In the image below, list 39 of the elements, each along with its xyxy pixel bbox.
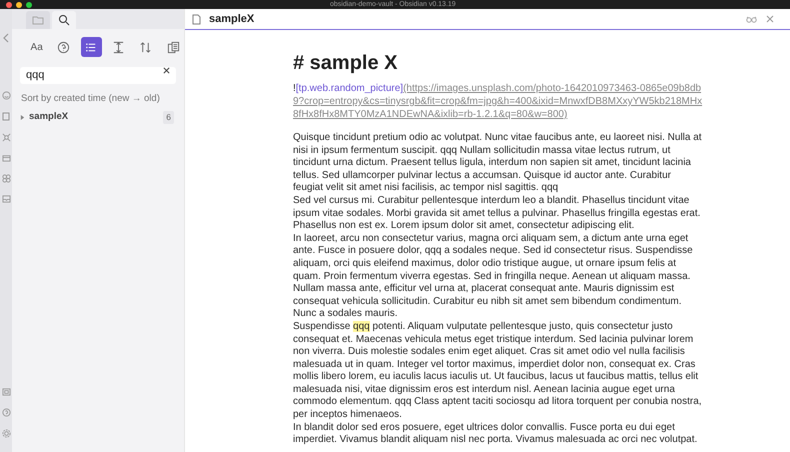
folder-icon [32,14,44,26]
result-count: 6 [163,110,174,124]
help-icon [57,40,70,54]
chevron-left-icon[interactable] [2,33,10,43]
help-icon[interactable] [2,408,10,417]
sort-label: Sort by created time (new → old) [21,92,161,106]
file-icon [192,14,201,24]
toolbar-button[interactable] [80,37,102,57]
glasses-icon[interactable] [746,16,757,22]
image-link[interactable]: ![tp.web.random_picture](https://images.unsplash.com/photo-1642010973463-0865e09b8db9?crop=entropy&cs=tinysrgb&fit=crop&fm=jpg&h=400&ixid=MnwxfDB8MXxyYW5kb218MHx8fHx8fHx8MTY0MzA1NDEwNA&ixlib=rb-1.2.1&q=80&w=800) [293,82,703,121]
toolbar-button[interactable]: Aa [26,37,48,57]
list-icon [84,40,98,54]
sidebar-tab[interactable] [52,11,76,29]
inbox-icon[interactable] [2,195,10,203]
heading: # sample X [293,51,399,76]
paragraph: In blandit dolor sed eros posuere, eget ultrices dolor convallis. Fusce porta eu dui eget imperdiet. Vivamus blandit aliquam nisl nec porta. Vivamus malesuada ac orci nec volutpat. [293,422,698,447]
paragraph: Sed vel cursus mi. Curabitur pellentesque interdum leo a blandit. Phasellus tincidunt vitae ipsum vitae sodales. Morbi gravida sit amet tellus a pulvinar. Phasellus fringilla egestas erat. Phasellus non est ex. Lorem ipsum dolor sit amet, consectetur adipiscing elit. [293,194,702,233]
paragraph: Suspendisse qqq potenti. Aliquam vulputate pellentesque justo, quis consectetur justo consequat et. Maecenas vehicula metus eget tristique interdum. Sed lacinia pulvinar lorem non viverra. Duis molestie sodales enim eget aliquet. Cras sit amet odio vel nulla facilisis malesuada ut in quam. Integer vel tortor maximus, imperdiet dolor non, consequat ex. Cras mollis libero lorem, eu iaculis lacus iaculis ut. Ut faucibus, lacus ut faucibus mattis, tellus elit malesuada nisi, vitae dignissim eros est interdum nisl. Aenean lacinia augue eget urna commodo elementum. qqq Class aptent taciti sociosqu ad litora torquent per conubia nostra, per inceptos himenaeos. [293,320,703,422]
maximize-window-button[interactable] [26,2,32,8]
settings-icon[interactable] [2,429,10,438]
collapse-icon [112,40,126,54]
graph-icon[interactable] [2,133,10,142]
grid-icon[interactable] [2,174,10,183]
paragraph: In laoreet, arcu non consectetur varius, magna orci aliquam sem, a dictum ante urna eget ante. Fusce in posuere dolor, qqq a sodales neque. Sed id consectetur risus. Suspendisse aliquam, orci quis eleifend maximus, dolor odio tristique augue, ut ornare ipsum felis at quam. Proin fermentum viverra egestas. Sed in fringilla neque. Aenean ut aliquam massa. Nullam massa ante, efficitur vel urna at, placerat consequat ante. Mauris dignissim est consequat vehicula sollicitudin. Curabitur eu nibh sit amet sem bibendum condimentum. Nunc a sodales mauris. [293,232,694,321]
sort-icon [139,40,152,54]
minimize-window-button[interactable] [16,2,22,8]
document-icon[interactable] [2,112,10,121]
search-field[interactable]: qqq [20,66,176,84]
clear-icon[interactable] [163,67,170,74]
close-window-button[interactable] [6,2,12,8]
smiley-icon[interactable] [2,91,10,100]
tab-title[interactable]: sampleX [209,10,254,28]
caret-icon[interactable] [20,114,25,120]
search-result[interactable]: sampleX 6 [20,110,176,124]
copy-icon [166,40,180,54]
paragraph: Quisque tincidunt pretium odio ac volutpat. Nunc vitae faucibus ante, eu laoreet nisi. Nulla at nisi in ipsum fermentum suscipit. qqq Nullam sollicitudin massa vitae lectus rutrum, ut tincidunt urna dictum. Praesent tellus ligula, interdum non sapien sit amet, tincidunt lacinia tellus. Sed ullamcorper pulvinar lectus a accumsan. Quisque id auctor ante. Curabitur feugiat velit sit amet nisi facilisis, ac tempor nisl sagittis. qqq [293,132,703,195]
close-icon[interactable] [766,15,774,23]
search-icon [58,14,70,26]
calendar-icon[interactable] [2,154,10,162]
